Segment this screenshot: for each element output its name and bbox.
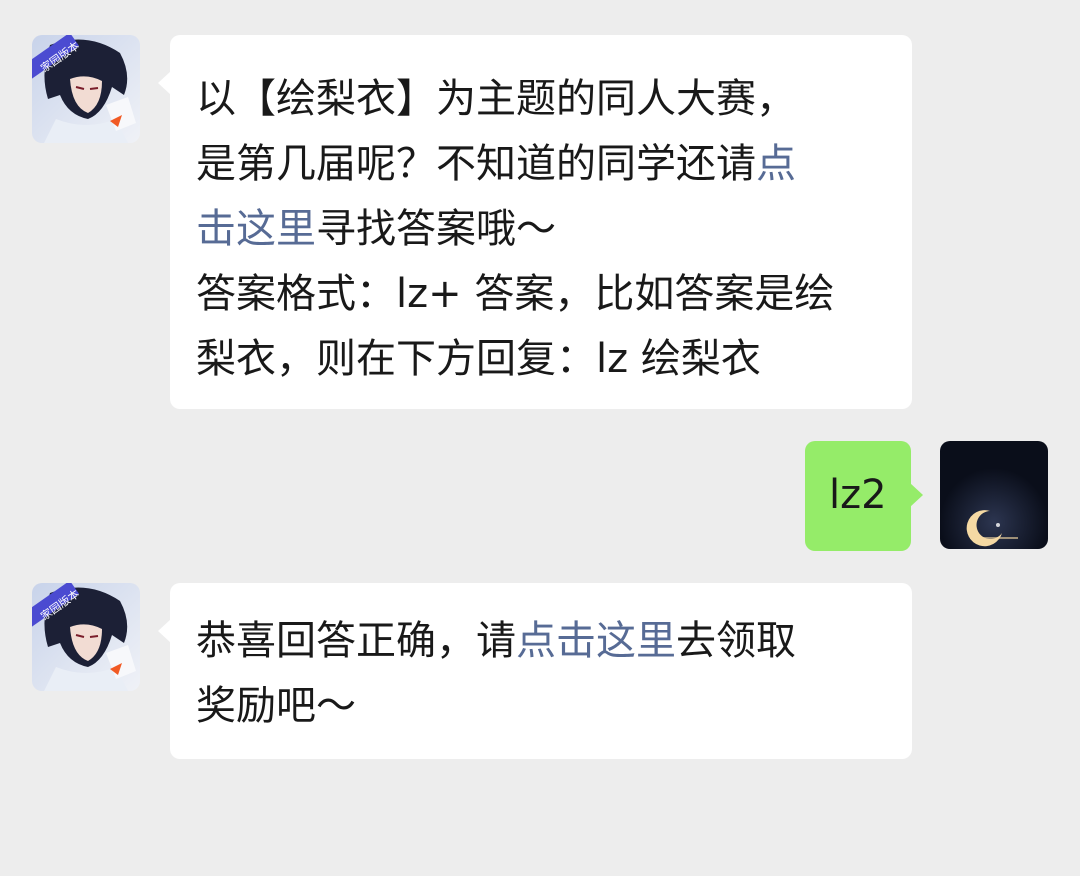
link-click-here[interactable]: 点击这里 — [516, 618, 676, 664]
link-click-here-continued[interactable]: 击这里 — [196, 206, 316, 252]
message-line: 以【绘梨衣】为主题的同人大赛， — [196, 76, 796, 122]
message-bubble-incoming[interactable]: 以【绘梨衣】为主题的同人大赛， 是第几届呢？不知道的同学还请点 击这里寻找答案哦… — [158, 35, 912, 409]
message-bubble-incoming[interactable]: 恭喜回答正确，请点击这里去领取 奖励吧～ — [158, 583, 912, 759]
my-avatar[interactable] — [940, 441, 1048, 549]
message-bubble-outgoing[interactable]: lz2 — [805, 441, 923, 551]
message-text: lz2 — [829, 472, 887, 518]
moon-night-avatar-icon — [940, 441, 1048, 549]
game-character-avatar-icon: 家园版本 — [32, 35, 140, 143]
message-line: 答案格式：lz+ 答案，比如答案是绘 — [196, 271, 835, 317]
sender-avatar[interactable]: 家园版本 — [32, 583, 140, 691]
message-line: 是第几届呢？不知道的同学还请点 — [196, 141, 796, 187]
message-line: 奖励吧～ — [196, 683, 356, 729]
chat-area: 家园版本 以【绘梨衣】为主题的同人大赛， 是第几届呢？不知道的同学还请点 击这里… — [0, 0, 1080, 876]
link-click-here[interactable]: 点 — [756, 141, 796, 187]
sender-avatar[interactable]: 家园版本 — [32, 35, 140, 143]
game-character-avatar-icon: 家园版本 — [32, 583, 140, 691]
message-line: 击这里寻找答案哦～ — [196, 206, 556, 252]
message-line: 恭喜回答正确，请点击这里去领取 — [196, 618, 796, 664]
message-line: 梨衣，则在下方回复：lz 绘梨衣 — [196, 336, 761, 382]
